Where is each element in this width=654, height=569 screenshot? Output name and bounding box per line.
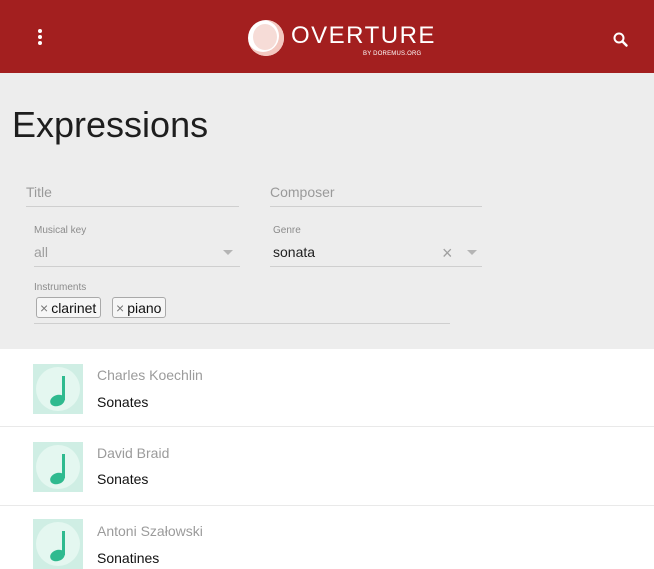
chip-label: clarinet [51, 299, 97, 316]
logo-name: OVERTURE [291, 22, 436, 49]
search-icon [613, 32, 628, 47]
instruments-label: Instruments [34, 282, 87, 293]
list-item[interactable]: Charles Koechlin Sonates [0, 349, 654, 427]
search-button[interactable] [612, 31, 632, 51]
musical-key-value: all [34, 244, 49, 260]
title-field-label: Title [26, 184, 52, 200]
music-note-icon [33, 442, 83, 492]
menu-dot-icon [38, 29, 42, 33]
result-title: Sonates [97, 471, 149, 487]
results-list: Charles Koechlin Sonates David Braid Son… [0, 349, 654, 569]
clear-genre-icon[interactable]: × [442, 244, 453, 262]
remove-chip-icon[interactable]: × [116, 300, 124, 316]
musical-key-label: Musical key [34, 225, 87, 236]
list-item[interactable]: Antoni Szałowski Sonatines [0, 507, 654, 569]
title-field[interactable]: Title [26, 178, 239, 207]
menu-dot-icon [38, 35, 42, 39]
chevron-down-icon[interactable] [223, 250, 233, 255]
composer-field-label: Composer [270, 184, 335, 200]
result-title: Sonatines [97, 550, 160, 566]
instrument-chip-piano: × piano [112, 297, 167, 318]
musical-key-select[interactable]: Musical key all [34, 222, 240, 267]
composer-field[interactable]: Composer [270, 178, 482, 207]
instrument-chip-clarinet: × clarinet [36, 297, 102, 318]
result-title: Sonates [97, 394, 149, 410]
more-menu-button[interactable] [32, 27, 48, 47]
overture-logo[interactable]: OVERTURE BY DOREMUS.ORG [247, 19, 434, 59]
genre-value: sonata [273, 244, 316, 260]
music-note-icon [33, 364, 83, 414]
chip-label: piano [127, 299, 162, 316]
remove-chip-icon[interactable]: × [40, 300, 48, 316]
logo-disc-icon [248, 20, 284, 56]
result-composer: David Braid [97, 445, 170, 461]
logo-subtitle: BY DOREMUS.ORG [363, 51, 422, 57]
instruments-select[interactable]: Instruments × clarinet × piano [34, 280, 450, 324]
list-item[interactable]: David Braid Sonates [0, 428, 654, 506]
result-composer: Antoni Szałowski [97, 523, 203, 539]
genre-select[interactable]: Genre sonata × [270, 222, 482, 267]
menu-dot-icon [38, 41, 42, 45]
page-title: Expressions [12, 104, 209, 145]
chevron-down-icon[interactable] [467, 250, 477, 255]
music-note-icon [33, 519, 83, 569]
app-header: OVERTURE BY DOREMUS.ORG [0, 0, 654, 73]
result-composer: Charles Koechlin [97, 367, 203, 383]
genre-label: Genre [273, 225, 301, 236]
